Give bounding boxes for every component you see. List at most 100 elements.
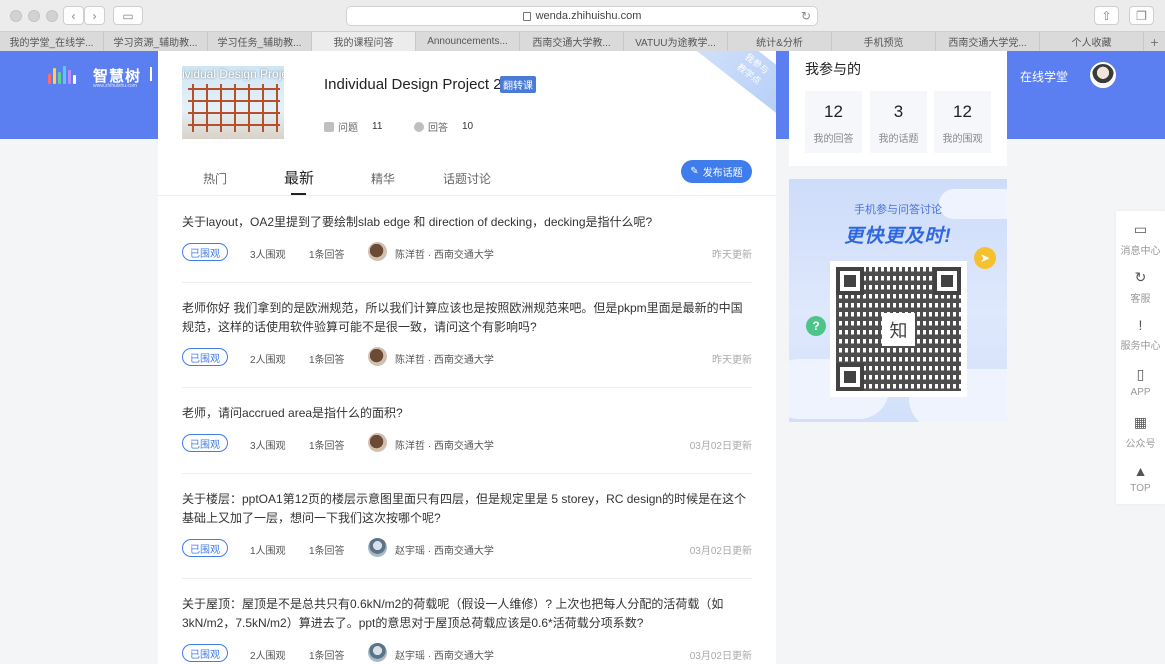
back-button[interactable]: ‹ [63,6,84,25]
online-classroom-link[interactable]: 在线学堂 [1020,68,1068,85]
phone-icon: ▯ [1136,366,1145,382]
publish-topic-button[interactable]: ✎ 发布话题 [681,160,752,183]
message-icon: ▭ [1133,221,1148,237]
logo-bars-icon [48,66,76,84]
float-item-phone[interactable]: ▯ APP [1116,366,1165,398]
question-item[interactable]: 关于屋顶：屋顶是不是总共只有0.6kN/m2的荷载呢（假设一人维修）? 上次也把… [182,579,752,664]
float-item-label: TOP [1130,483,1151,494]
sidebar-toggle-button[interactable]: ▭ [113,6,143,25]
update-time: 03月02日更新 [689,546,752,557]
share-button[interactable]: ⇧ [1094,6,1119,25]
zoom-window-button[interactable] [46,10,58,22]
tab-latest[interactable]: 最新 [284,167,314,188]
watcher-count: 1人围观 [250,546,286,557]
tab-strip: 我的学堂_在线学... 学习资源_辅助教... 学习任务_辅助教... 我的课程问答 A… [0,31,1165,51]
mobile-qr-card: 手机参与问答讨论 更快更及时! 知 ? ➤ [789,179,1007,422]
question-title[interactable]: 老师你好 我们拿到的是欧洲规范，所以我们计算应该也是按照欧洲规范来吧。但是pkp… [182,283,752,337]
author-avatar[interactable] [368,538,387,557]
browser-tab[interactable]: 我的课程问答 [312,32,416,51]
tab-hot[interactable]: 热门 [203,170,227,187]
my-answers-stat[interactable]: 12 我的回答 [805,91,862,153]
float-item-qrcode[interactable]: ▦ 公众号 [1116,414,1165,450]
question-icon [324,121,334,132]
author-avatar[interactable] [368,347,387,366]
question-item[interactable]: 关于楼层：pptOA1第12页的楼层示意图里面只有四层，但是规定里是 5 sto… [182,474,752,579]
question-item[interactable]: 老师，请问accrued area是指什么的面积? 已围观 3人围观 1条回答 陈洋哲 … [182,388,752,474]
answer-count-text: 1条回答 [309,441,345,452]
browser-tab[interactable]: 我的学堂_在线学... [0,32,104,51]
question-item[interactable]: 老师你好 我们拿到的是欧洲规范，所以我们计算应该也是按照欧洲规范来吧。但是pkp… [182,283,752,388]
qrcode-icon: ▦ [1133,414,1148,430]
browser-toolbar: ‹ › ▭ wenda.zhihuishu.com ↻ ⇧ ❐ [0,0,1165,31]
answer-count-text: 1条回答 [309,355,345,366]
active-tab-indicator [291,193,306,195]
float-item-headset[interactable]: ↻ 客服 [1116,269,1165,305]
question-title[interactable]: 关于楼层：pptOA1第12页的楼层示意图里面只有四层，但是规定里是 5 sto… [182,474,752,528]
author-avatar[interactable] [368,643,387,662]
minimize-window-button[interactable] [28,10,40,22]
author-avatar[interactable] [368,242,387,261]
course-cover-image: ividual Design Project 2 [182,66,284,139]
author-avatar[interactable] [368,433,387,452]
lock-icon [522,11,531,21]
arrow-bubble-icon: ➤ [974,247,996,269]
answer-count-text: 1条回答 [309,250,345,261]
close-window-button[interactable] [10,10,22,22]
watched-tag[interactable]: 已围观 [182,539,228,557]
float-item-label: 客服 [1130,294,1151,305]
participation-title: 我参与的 [805,61,861,77]
question-title[interactable]: 关于屋顶：屋顶是不是总共只有0.6kN/m2的荷载呢（假设一人维修）? 上次也把… [182,579,752,633]
question-title[interactable]: 老师，请问accrued area是指什么的面积? [182,388,752,423]
floating-toolbar: ▭ 消息中心 ↻ 客服! 服务中心 ▯ APP ▦ 公众号 ▲ TOP [1116,211,1165,504]
tab-topic-discussion[interactable]: 话题讨论 [443,170,491,187]
browser-tab[interactable]: Announcements... [416,32,520,51]
browser-tab[interactable]: 手机预览 [832,32,936,51]
user-avatar[interactable] [1090,62,1116,88]
author-name[interactable]: 陈洋哲 · 西南交通大学 [395,351,494,366]
browser-tab[interactable]: 学习任务_辅助教... [208,32,312,51]
browser-tab[interactable]: VATUU为途教学... [624,32,728,51]
participation-ribbon: 我参与 教学点 [696,51,776,120]
browser-tab[interactable]: 个人收藏 [1040,32,1144,51]
forward-button[interactable]: › [84,6,105,25]
browser-tab[interactable]: 西南交通大学党... [936,32,1040,51]
watched-tag[interactable]: 已围观 [182,243,228,261]
my-topics-stat[interactable]: 3 我的话题 [870,91,927,153]
address-bar[interactable]: wenda.zhihuishu.com ↻ [346,6,818,26]
question-title[interactable]: 关于layout，OA2里提到了要绘制slab edge 和 direction… [182,197,752,232]
browser-tab[interactable]: 西南交通大学教... [520,32,624,51]
main-card: ividual Design Project 2 Individual Desi… [158,51,776,664]
question-meta: 已围观 3人围观 1条回答 陈洋哲 · 西南交通大学 03月02日更新 [182,423,752,473]
reload-icon[interactable]: ↻ [801,9,811,23]
author-name[interactable]: 赵宇瑶 · 西南交通大学 [395,647,494,662]
course-title: Individual Design Project 2 [324,76,502,93]
question-meta: 已围观 2人围观 1条回答 赵宇瑶 · 西南交通大学 03月02日更新 [182,633,752,664]
browser-tab[interactable]: 统计&分析 [728,32,832,51]
float-item-top-arrow[interactable]: ▲ TOP [1116,463,1165,494]
new-tab-button[interactable]: + [1144,32,1165,51]
author-name[interactable]: 陈洋哲 · 西南交通大学 [395,437,494,452]
answer-count-text: 1条回答 [309,546,345,557]
sidebar-icon: ▭ [122,8,134,23]
author-name[interactable]: 陈洋哲 · 西南交通大学 [395,246,494,261]
watched-tag[interactable]: 已围观 [182,644,228,662]
browser-tab[interactable]: 学习资源_辅助教... [104,32,208,51]
tab-featured[interactable]: 精华 [371,170,395,187]
float-item-alert[interactable]: ! 服务中心 [1116,317,1165,352]
question-item[interactable]: 关于layout，OA2里提到了要绘制slab edge 和 direction… [182,197,752,283]
qr-caption: 手机参与问答讨论 [854,204,942,216]
qr-slogan: 更快更及时! [844,226,952,247]
watched-tag[interactable]: 已围观 [182,434,228,452]
float-item-label: 公众号 [1125,439,1156,450]
float-item-message[interactable]: ▭ 消息中心 [1116,221,1165,257]
watched-tag[interactable]: 已围观 [182,348,228,366]
cover-title-text: ividual Design Project 2 [182,67,284,81]
answer-count: 回答 10 [414,119,473,134]
question-meta: 已围观 1人围观 1条回答 赵宇瑶 · 西南交通大学 03月02日更新 [182,528,752,578]
float-item-label: 服务中心 [1120,341,1161,352]
my-watches-stat[interactable]: 12 我的围观 [934,91,991,153]
tabs-overview-button[interactable]: ❐ [1129,6,1154,25]
alert-icon: ! [1138,317,1143,333]
logo-divider [150,67,152,81]
author-name[interactable]: 赵宇瑶 · 西南交通大学 [395,542,494,557]
